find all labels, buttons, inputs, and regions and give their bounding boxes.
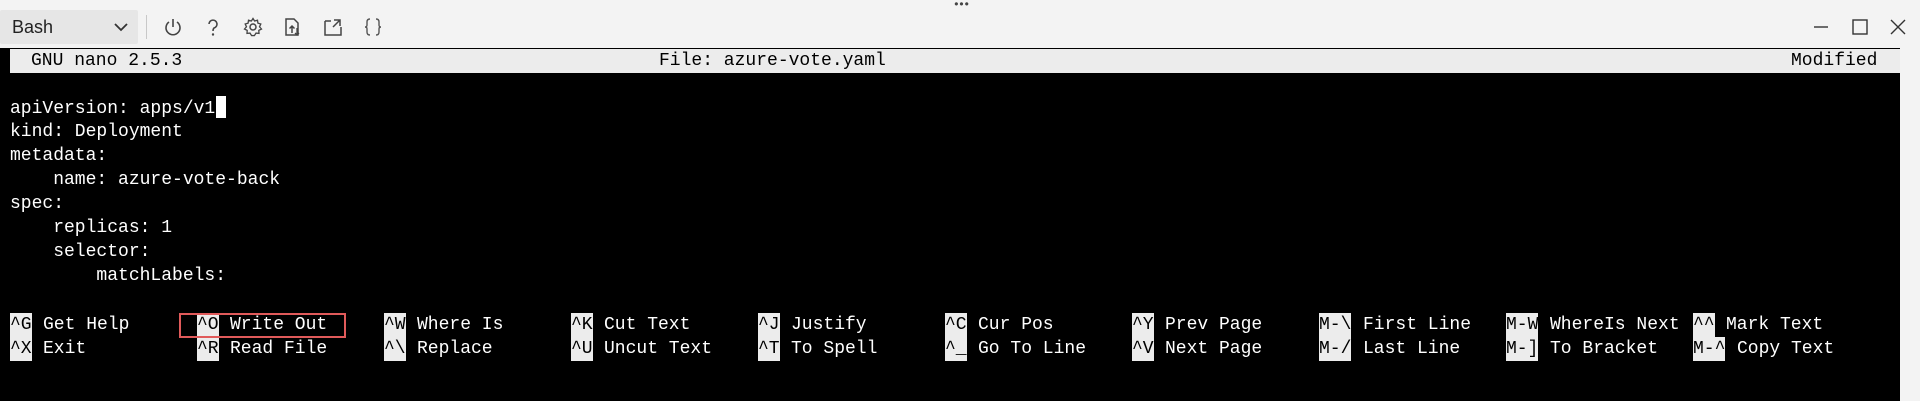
shortcut-label: Uncut Text: [604, 339, 713, 359]
editor-line[interactable]: apiVersion: apps/v1: [10, 96, 227, 121]
shortcut-key: M-/: [1319, 337, 1352, 361]
chevron-down-icon: [113, 20, 129, 34]
nano-modified-status: Modified: [1791, 51, 1878, 71]
shortcut-label: Justify: [791, 315, 867, 335]
nano-title-bar: GNU nano 2.5.3 File: azure-vote.yaml Mod…: [10, 49, 1900, 73]
shell-selector-label: Bash: [12, 17, 54, 37]
shortcut-label: Cur Pos: [978, 315, 1054, 335]
editor-line[interactable]: matchLabels:: [10, 264, 226, 288]
shortcut-key: ^\: [384, 337, 406, 361]
shortcut-label: Copy Text: [1737, 339, 1835, 359]
shortcut-key: ^K: [571, 313, 593, 337]
upload-download-button[interactable]: [278, 12, 308, 42]
editor-line[interactable]: replicas: 1: [10, 216, 172, 240]
shortcut-label: Exit: [43, 339, 87, 359]
shortcut-key: ^W: [384, 313, 406, 337]
shortcut-label: Mark Text: [1726, 315, 1824, 335]
editor-line[interactable]: name: azure-vote-back: [10, 168, 280, 192]
shortcut-label: WhereIs Next: [1550, 315, 1680, 335]
nano-file-name: File: azure-vote.yaml: [659, 51, 886, 71]
editor-line-text: apiVersion: apps/v1: [10, 99, 216, 119]
shortcut-label: First Line: [1363, 315, 1472, 335]
shortcut-key: ^J: [758, 313, 780, 337]
shortcut-key: ^V: [1132, 337, 1154, 361]
shortcut-label: Next Page: [1165, 339, 1263, 359]
settings-button[interactable]: [238, 12, 268, 42]
close-button[interactable]: [1885, 14, 1911, 40]
terminal-scrollbar[interactable]: [1900, 48, 1920, 401]
shortcut-key: ^_: [945, 337, 967, 361]
shortcut-key: M-W: [1506, 313, 1539, 337]
shortcut-key: M-]: [1506, 337, 1539, 361]
shortcut-key: ^X: [10, 337, 32, 361]
cloud-shell-toolbar: ••• Bash: [0, 0, 1920, 48]
text-cursor: [216, 96, 227, 118]
shortcut-label: Where Is: [417, 315, 504, 335]
shortcut-key: ^G: [10, 313, 32, 337]
help-button[interactable]: [198, 12, 228, 42]
shell-selector[interactable]: Bash: [0, 10, 138, 44]
write-out-highlight-box: [179, 313, 346, 338]
restart-button[interactable]: [158, 12, 188, 42]
shortcut-label: Prev Page: [1165, 315, 1263, 335]
open-editor-button[interactable]: [318, 12, 348, 42]
maximize-button[interactable]: [1847, 14, 1873, 40]
shortcut-label: Replace: [417, 339, 493, 359]
terminal-window[interactable]: GNU nano 2.5.3 File: azure-vote.yaml Mod…: [0, 48, 1900, 401]
shortcut-key: M-^: [1693, 337, 1726, 361]
shortcut-label: To Spell: [791, 339, 878, 359]
shortcut-key: ^R: [197, 337, 219, 361]
shortcut-key: ^C: [945, 313, 967, 337]
shortcut-label: Read File: [230, 339, 328, 359]
toolbar-divider: [146, 15, 147, 39]
shortcut-label: Get Help: [43, 315, 130, 335]
nano-version: GNU nano 2.5.3: [31, 51, 183, 71]
braces-button[interactable]: [358, 12, 388, 42]
minimize-button[interactable]: [1808, 14, 1834, 40]
editor-line[interactable]: metadata:: [10, 144, 107, 168]
shortcut-label: Cut Text: [604, 315, 691, 335]
shortcut-key: ^T: [758, 337, 780, 361]
shortcut-key: ^^: [1693, 313, 1715, 337]
shortcut-key: M-\: [1319, 313, 1352, 337]
drag-handle-icon[interactable]: •••: [952, 0, 972, 10]
shortcut-label: Last Line: [1363, 339, 1461, 359]
shortcut-key: ^U: [571, 337, 593, 361]
editor-line[interactable]: kind: Deployment: [10, 120, 183, 144]
editor-line[interactable]: spec:: [10, 192, 64, 216]
editor-line[interactable]: selector:: [10, 240, 150, 264]
shortcut-label: Go To Line: [978, 339, 1087, 359]
shortcut-key: ^Y: [1132, 313, 1154, 337]
shortcut-label: To Bracket: [1550, 339, 1659, 359]
